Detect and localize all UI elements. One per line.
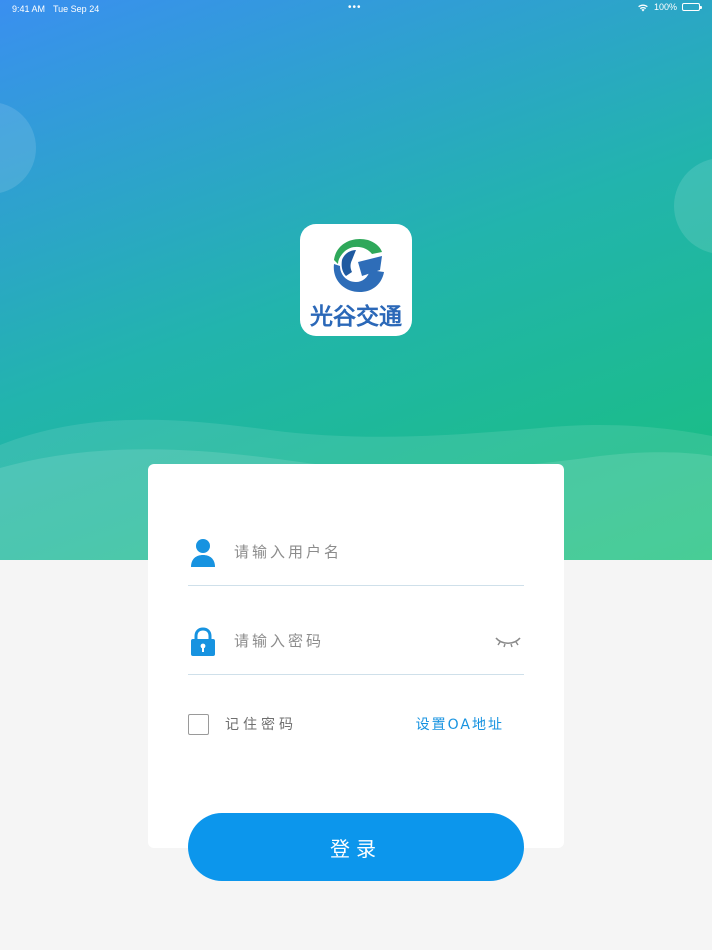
battery-icon: [682, 3, 702, 11]
username-field: [188, 530, 524, 586]
password-field: [188, 619, 524, 675]
set-oa-address-link[interactable]: 设置OA地址: [416, 714, 504, 734]
status-bar: 9:41 AM Tue Sep 24 ••• 100%: [0, 0, 712, 18]
user-icon: [191, 539, 215, 567]
status-right: 100%: [637, 2, 702, 12]
battery-percent: 100%: [653, 2, 677, 12]
multitask-dots[interactable]: •••: [348, 2, 362, 13]
login-card: 记住密码 设置OA地址: [148, 464, 564, 848]
status-date: Tue Sep 24: [53, 4, 100, 14]
wifi-icon: [638, 4, 648, 11]
remember-checkbox[interactable]: [188, 713, 209, 735]
eye-closed-icon[interactable]: [494, 633, 522, 651]
lock-icon: [191, 627, 215, 656]
remember-label: 记住密码: [225, 717, 297, 733]
status-time: 9:41 AM: [12, 4, 46, 14]
remember-password: 记住密码: [188, 712, 297, 736]
login-button[interactable]: 登录: [188, 813, 524, 881]
password-input[interactable]: [234, 627, 484, 655]
username-input[interactable]: [234, 538, 484, 566]
app-logo: 光谷交通: [300, 224, 412, 336]
logo-emblem-icon: [333, 238, 384, 292]
logo-text: 光谷交通: [310, 303, 402, 330]
